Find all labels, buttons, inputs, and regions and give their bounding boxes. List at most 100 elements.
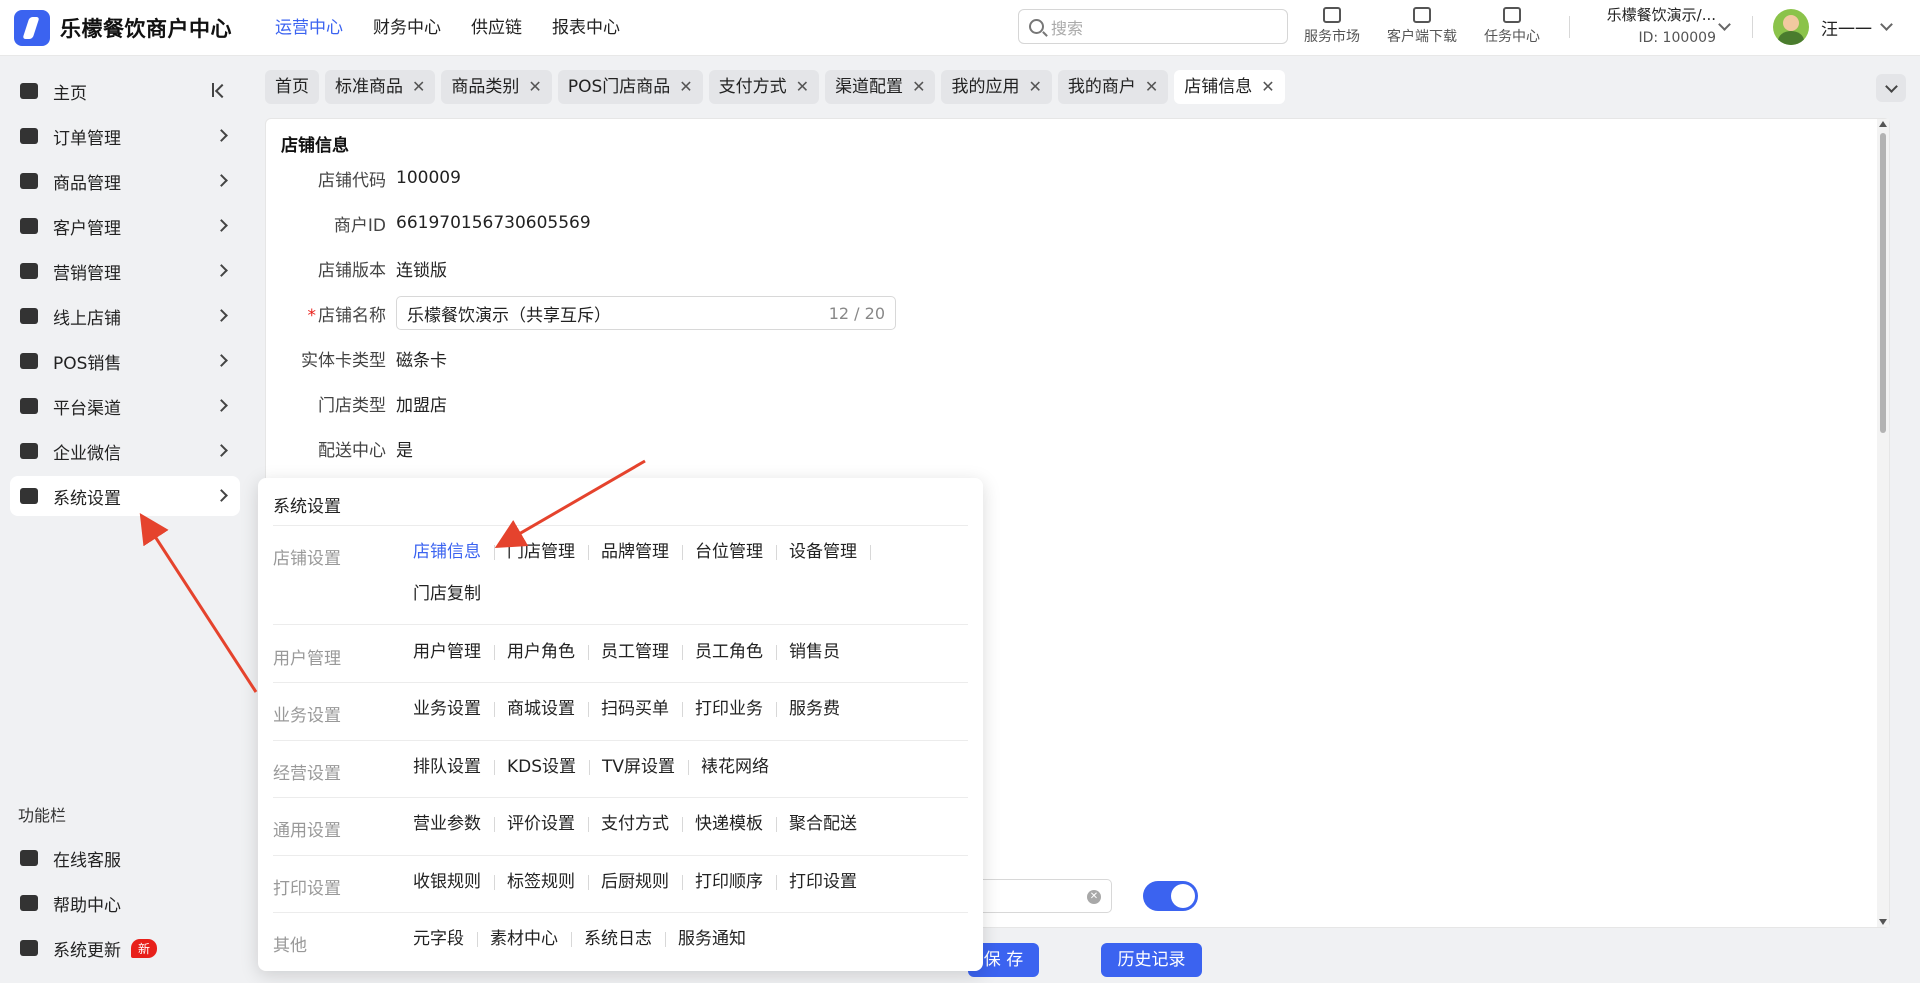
close-icon[interactable]: ✕: [679, 70, 692, 104]
close-icon[interactable]: ✕: [1145, 70, 1158, 104]
toggle-knob: [1171, 884, 1195, 908]
popup-link-system-log[interactable]: 系统日志: [584, 918, 666, 960]
popup-link-user-roles[interactable]: 用户角色: [507, 631, 589, 673]
scroll-up-arrow-icon[interactable]: [1879, 121, 1887, 127]
popup-link-label-rules[interactable]: 标签规则: [507, 861, 589, 903]
clear-icon[interactable]: ✕: [1087, 890, 1101, 904]
top-nav-operations[interactable]: 运营中心: [275, 0, 343, 56]
popup-link-kitchen-rules[interactable]: 后厨规则: [601, 861, 683, 903]
tab-store-info[interactable]: 店铺信息 ✕: [1174, 70, 1285, 104]
search-placeholder: 搜索: [1051, 18, 1084, 38]
scroll-down-arrow-icon[interactable]: [1879, 919, 1887, 925]
top-nav-supply-chain[interactable]: 供应链: [471, 0, 522, 56]
sidebar-item-platform-channels[interactable]: 平台渠道: [10, 386, 240, 426]
avatar[interactable]: [1773, 9, 1809, 45]
popup-link-tv-screen-settings[interactable]: TV屏设置: [602, 746, 690, 788]
popup-link-mall-settings[interactable]: 商城设置: [507, 688, 589, 730]
chevron-right-icon: [215, 354, 228, 367]
divider: [273, 525, 968, 526]
search-input[interactable]: 搜索: [1018, 9, 1288, 44]
popup-link-business-parameters[interactable]: 营业参数: [413, 803, 495, 845]
tab-my-apps[interactable]: 我的应用 ✕: [941, 70, 1052, 104]
tab-standard-products[interactable]: 标准商品 ✕: [325, 70, 436, 104]
close-icon[interactable]: ✕: [1261, 70, 1274, 104]
chevron-right-icon: [215, 219, 228, 232]
user-chevron-down-icon[interactable]: [1880, 18, 1893, 31]
history-button[interactable]: 历史记录: [1101, 943, 1202, 977]
tabs-dropdown-chevron-icon[interactable]: [1876, 74, 1906, 102]
toggle-switch[interactable]: [1143, 881, 1198, 911]
popup-link-express-templates[interactable]: 快递模板: [695, 803, 777, 845]
field-value: 加盟店: [396, 395, 447, 416]
tab-my-merchants[interactable]: 我的商户 ✕: [1057, 70, 1169, 104]
popup-link-staff-management[interactable]: 员工管理: [601, 631, 683, 673]
sidebar-item-online-service[interactable]: 在线客服: [10, 838, 240, 878]
tab-product-categories[interactable]: 商品类别 ✕: [441, 70, 552, 104]
merchant-chevron-down-icon[interactable]: [1718, 18, 1731, 31]
popup-link-salesperson[interactable]: 销售员: [789, 631, 854, 673]
popup-link-aggregated-delivery[interactable]: 聚合配送: [789, 803, 871, 845]
client-download-button[interactable]: 客户端下载: [1382, 4, 1462, 46]
popup-link-store-info[interactable]: 店铺信息: [413, 531, 495, 573]
bank-icon: [20, 398, 38, 414]
popup-link-user-management[interactable]: 用户管理: [413, 631, 495, 673]
store-name-input[interactable]: 乐檬餐饮演示（共享互斥） 12 / 20: [396, 296, 896, 330]
service-market-button[interactable]: 服务市场: [1292, 4, 1372, 46]
sidebar-item-orders[interactable]: 订单管理: [10, 116, 240, 156]
popup-link-queue-settings[interactable]: 排队设置: [413, 746, 495, 788]
top-nav-finance[interactable]: 财务中心: [373, 0, 441, 56]
collapse-sidebar-icon[interactable]: [212, 83, 228, 97]
popup-link-service-notifications[interactable]: 服务通知: [678, 918, 760, 960]
scroll-thumb[interactable]: [1880, 133, 1886, 433]
tab-home[interactable]: 首页: [265, 70, 319, 104]
popup-link-staff-roles[interactable]: 员工角色: [695, 631, 777, 673]
popup-link-print-order[interactable]: 打印顺序: [695, 861, 777, 903]
popup-link-print-settings[interactable]: 打印设置: [789, 861, 871, 903]
close-icon[interactable]: ✕: [528, 70, 541, 104]
popup-link-print-business[interactable]: 打印业务: [695, 688, 777, 730]
top-nav-reports[interactable]: 报表中心: [552, 0, 620, 56]
scrollbar[interactable]: [1877, 119, 1889, 927]
merchant-switcher[interactable]: 乐檬餐饮演示/... ID: 100009: [1586, 4, 1716, 46]
logo[interactable]: 乐檬餐饮商户中心: [14, 10, 232, 46]
popup-link-decoration-network[interactable]: 裱花网络: [701, 746, 783, 788]
tab-payment-methods[interactable]: 支付方式 ✕: [708, 70, 820, 104]
sidebar-item-system-update[interactable]: 系统更新 新: [10, 928, 240, 968]
field-value: 100009: [396, 168, 461, 188]
system-settings-popup: 系统设置 店铺设置 店铺信息 门店管理 品牌管理 台位管理 设备管理 门店复制 …: [258, 478, 983, 971]
form-row-store-type: 门店类型 加盟店: [266, 385, 447, 421]
popup-link-kds-settings[interactable]: KDS设置: [507, 746, 591, 788]
sidebar-item-marketing[interactable]: 营销管理: [10, 251, 240, 291]
sidebar-item-system-settings[interactable]: 系统设置: [10, 476, 240, 516]
close-icon[interactable]: ✕: [796, 70, 809, 104]
field-label: 门店类型: [318, 395, 386, 416]
sidebar-item-wecom[interactable]: 企业微信: [10, 431, 240, 471]
sidebar-item-customers[interactable]: 客户管理: [10, 206, 240, 246]
popup-link-scan-to-pay[interactable]: 扫码买单: [601, 688, 683, 730]
sidebar-item-home[interactable]: 主页: [10, 71, 240, 111]
popup-link-meta-fields[interactable]: 元字段: [413, 918, 478, 960]
sidebar-item-products[interactable]: 商品管理: [10, 161, 240, 201]
close-icon[interactable]: ✕: [412, 70, 425, 104]
task-center-button[interactable]: 任务中心: [1472, 4, 1552, 46]
user-name[interactable]: 汪一一: [1821, 15, 1872, 40]
popup-link-asset-center[interactable]: 素材中心: [490, 918, 572, 960]
popup-link-business-settings[interactable]: 业务设置: [413, 688, 495, 730]
close-icon[interactable]: ✕: [1028, 70, 1041, 104]
close-icon[interactable]: ✕: [912, 70, 925, 104]
sidebar-item-pos-sales[interactable]: POS销售: [10, 341, 240, 381]
tab-pos-store-products[interactable]: POS门店商品 ✕: [557, 70, 703, 104]
popup-link-store-copy[interactable]: 门店复制: [413, 573, 495, 615]
popup-link-device-management[interactable]: 设备管理: [789, 531, 871, 573]
popup-link-table-management[interactable]: 台位管理: [695, 531, 777, 573]
tab-channel-config[interactable]: 渠道配置 ✕: [825, 70, 936, 104]
sidebar-item-online-store[interactable]: 线上店铺: [10, 296, 240, 336]
popup-link-payment-methods[interactable]: 支付方式: [601, 803, 683, 845]
popup-link-review-settings[interactable]: 评价设置: [507, 803, 589, 845]
popup-link-brand-management[interactable]: 品牌管理: [601, 531, 683, 573]
popup-link-store-management[interactable]: 门店管理: [507, 531, 589, 573]
popup-link-service-fee[interactable]: 服务费: [789, 688, 854, 730]
popup-link-checkout-rules[interactable]: 收银规则: [413, 861, 495, 903]
merchant-name: 乐檬餐饮演示/...: [1606, 6, 1716, 24]
sidebar-item-help-center[interactable]: 帮助中心: [10, 883, 240, 923]
